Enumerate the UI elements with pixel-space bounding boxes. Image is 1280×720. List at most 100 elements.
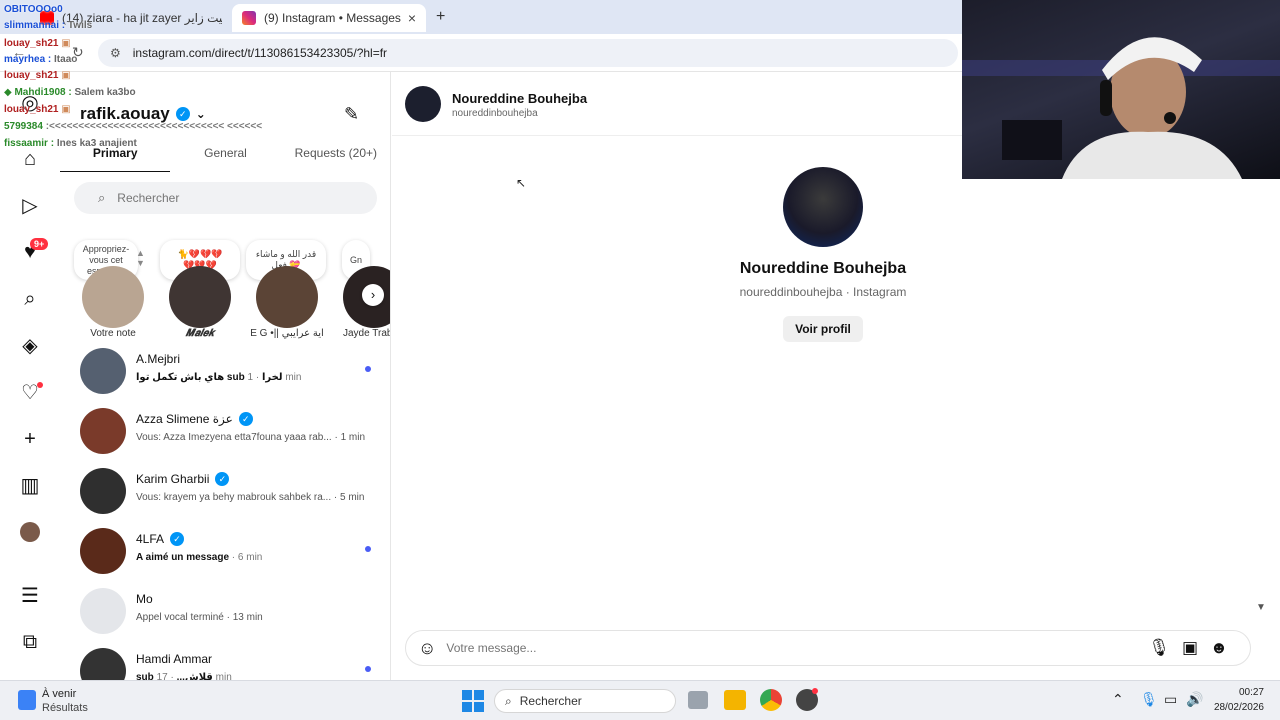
conversation-preview: Vous: Azza Imezyena etta7founa yaaa rab.… — [136, 432, 366, 443]
apps-icon[interactable]: ⧉ — [18, 630, 42, 654]
avatar — [80, 468, 126, 514]
thread-title[interactable]: Noureddine Bouhejba — [452, 91, 587, 106]
story-label: 𝑴𝒂𝒍𝒆𝒌 — [185, 328, 215, 339]
conversation-row[interactable]: A.Mejbri هاي باش تكمل توا sub لخرا · 1 m… — [60, 342, 390, 402]
conversation-row[interactable]: Karim Gharbii ✓ Vous: krayem ya behy mabr… — [60, 462, 390, 522]
verified-icon: ✓ — [238, 412, 253, 426]
menu-icon[interactable]: ☰ — [18, 583, 42, 607]
avatar[interactable] — [405, 86, 441, 122]
story-avatar[interactable] — [169, 266, 231, 328]
new-tab-button[interactable]: + — [436, 8, 445, 26]
sticker-icon[interactable]: ☻ — [1210, 638, 1228, 658]
chevron-right-icon[interactable]: › — [362, 284, 384, 306]
microphone-icon[interactable]: 🎙 — [1140, 691, 1158, 708]
view-profile-button[interactable]: Voir profil — [783, 316, 863, 342]
tab-instagram[interactable]: (9) Instagram • Messages × — [232, 4, 426, 32]
conversation-preview: هاي باش تكمل توا sub لخرا · 1 min — [136, 372, 302, 383]
story-label: E G •|| آية عرايبي — [250, 328, 324, 339]
taskbar-search[interactable]: ⌕ Rechercher — [494, 689, 676, 713]
unread-dot — [365, 366, 371, 372]
chat-line: louay_sh21 ▣ — [4, 104, 71, 115]
address-bar-row: ← ↻ ⚙ instagram.com/direct/t/11308615342… — [0, 34, 962, 72]
avatar — [80, 588, 126, 634]
chat-line: louay_sh21 ▣ — [4, 38, 71, 49]
site-settings-icon[interactable]: ⚙ — [110, 46, 121, 60]
conversation-name: 4LFA ✓ — [136, 532, 185, 546]
profile-avatar[interactable] — [783, 167, 863, 247]
widget-title[interactable]: À venir — [42, 688, 76, 700]
avatar — [80, 528, 126, 574]
notification-badge: 9+ — [30, 238, 49, 250]
browser-tab-bar: (14) ziara - ha jit zayer حبيت زاير (9) … — [0, 0, 962, 34]
note-scroll-icon[interactable]: ▲ ▼ — [136, 248, 145, 268]
conversation-name: Azza Slimene عزة ✓ — [136, 412, 253, 426]
volume-icon[interactable]: 🔊 — [1186, 691, 1203, 708]
avatar — [80, 408, 126, 454]
conversation-row[interactable]: Hamdi Ammar sub قلاش... · 17 min — [60, 642, 390, 680]
avatar — [80, 348, 126, 394]
image-icon[interactable]: ▣ — [1182, 638, 1198, 658]
tray-expand-icon[interactable]: ⌃ — [1112, 691, 1124, 708]
create-icon[interactable]: + — [18, 427, 42, 451]
notification-dot — [37, 382, 43, 388]
widget-subtitle: Résultats — [42, 702, 88, 714]
conversation-preview: sub قلاش... · 17 min — [136, 672, 232, 680]
story-avatar[interactable] — [256, 266, 318, 328]
thread-handle: noureddinbouhejba — [452, 108, 538, 119]
conversation-name: Hamdi Ammar — [136, 652, 213, 666]
emoji-icon[interactable]: ☺ — [418, 638, 436, 659]
conversation-name: Karim Gharbii ✓ — [136, 472, 230, 486]
conversation-row[interactable]: Mo Appel vocal terminé · 13 min — [60, 582, 390, 642]
search-box[interactable]: ⌕ — [74, 182, 377, 214]
message-input[interactable] — [446, 641, 1137, 655]
search-icon[interactable]: ⌕ — [18, 287, 42, 311]
windows-start-icon[interactable] — [462, 690, 484, 712]
chat-line: OBITOOOo0 — [4, 4, 63, 15]
story-avatar[interactable] — [82, 266, 144, 328]
conversation-row[interactable]: Azza Slimene عزة ✓ Vous: Azza Imezyena et… — [60, 402, 390, 462]
profile-avatar[interactable] — [18, 520, 42, 544]
conversation-row[interactable]: 4LFA ✓ A aimé un message · 6 min — [60, 522, 390, 582]
recording-dot — [812, 688, 818, 694]
search-input[interactable] — [117, 191, 338, 205]
conversation-preview: Appel vocal terminé · 13 min — [136, 612, 263, 623]
unread-dot — [365, 666, 371, 672]
chat-line: fissaamir : Ines ka3 anajient — [4, 138, 137, 149]
verified-icon: ✓ — [175, 107, 190, 121]
verified-icon: ✓ — [170, 532, 185, 546]
file-explorer-icon[interactable] — [724, 690, 746, 710]
story-label: Votre note — [90, 328, 136, 339]
close-tab-icon[interactable]: × — [408, 10, 416, 26]
home-icon[interactable]: ⌂ — [18, 147, 42, 171]
dashboard-icon[interactable]: ▥ — [18, 473, 42, 497]
weather-icon[interactable] — [18, 690, 36, 710]
url-field[interactable]: ⚙ instagram.com/direct/t/113086153423305… — [98, 39, 958, 67]
chat-line: mayrhea : Itaao — [4, 54, 78, 65]
reels-icon[interactable]: ▷ — [18, 193, 42, 217]
conversation-preview: Vous: krayem ya behy mabrouk sahbek ra..… — [136, 492, 365, 503]
chrome-icon[interactable] — [760, 689, 782, 711]
task-view-icon[interactable] — [688, 691, 708, 709]
thread-panel: Noureddine Bouhejba noureddinbouhejba No… — [392, 72, 1280, 680]
unread-dot — [365, 546, 371, 552]
conversation-preview: A aimé un message · 6 min — [136, 552, 263, 563]
explore-icon[interactable]: ◈ — [18, 333, 42, 357]
clock-date: 28/02/2026 — [1213, 702, 1264, 713]
tab-requests[interactable]: Requests (20+) — [281, 142, 390, 172]
chevron-down-icon: ⌄ — [195, 107, 206, 121]
tab-title: (9) Instagram • Messages — [264, 11, 401, 25]
conversation-name: A.Mejbri — [136, 352, 181, 366]
chat-line: louay_sh21 ▣ — [4, 70, 71, 81]
scroll-down-icon[interactable]: ▼ — [1256, 602, 1266, 613]
new-message-icon[interactable]: ✎ — [344, 104, 359, 125]
avatar — [80, 648, 126, 680]
network-icon[interactable]: ▭ — [1164, 691, 1177, 708]
microphone-icon[interactable]: 🎙 — [1148, 638, 1170, 658]
clock-time[interactable]: 00:27 — [1224, 687, 1264, 698]
mouse-cursor-icon: ↖ — [516, 176, 527, 190]
tab-general[interactable]: General — [170, 142, 280, 172]
thread-header: Noureddine Bouhejba noureddinbouhejba — [392, 72, 962, 136]
taskbar: À venir Résultats ⌕ Rechercher ⌃ 🎙 ▭ 🔊 0… — [0, 680, 1280, 720]
search-icon: ⌕ — [98, 190, 106, 205]
verified-icon: ✓ — [215, 472, 230, 486]
